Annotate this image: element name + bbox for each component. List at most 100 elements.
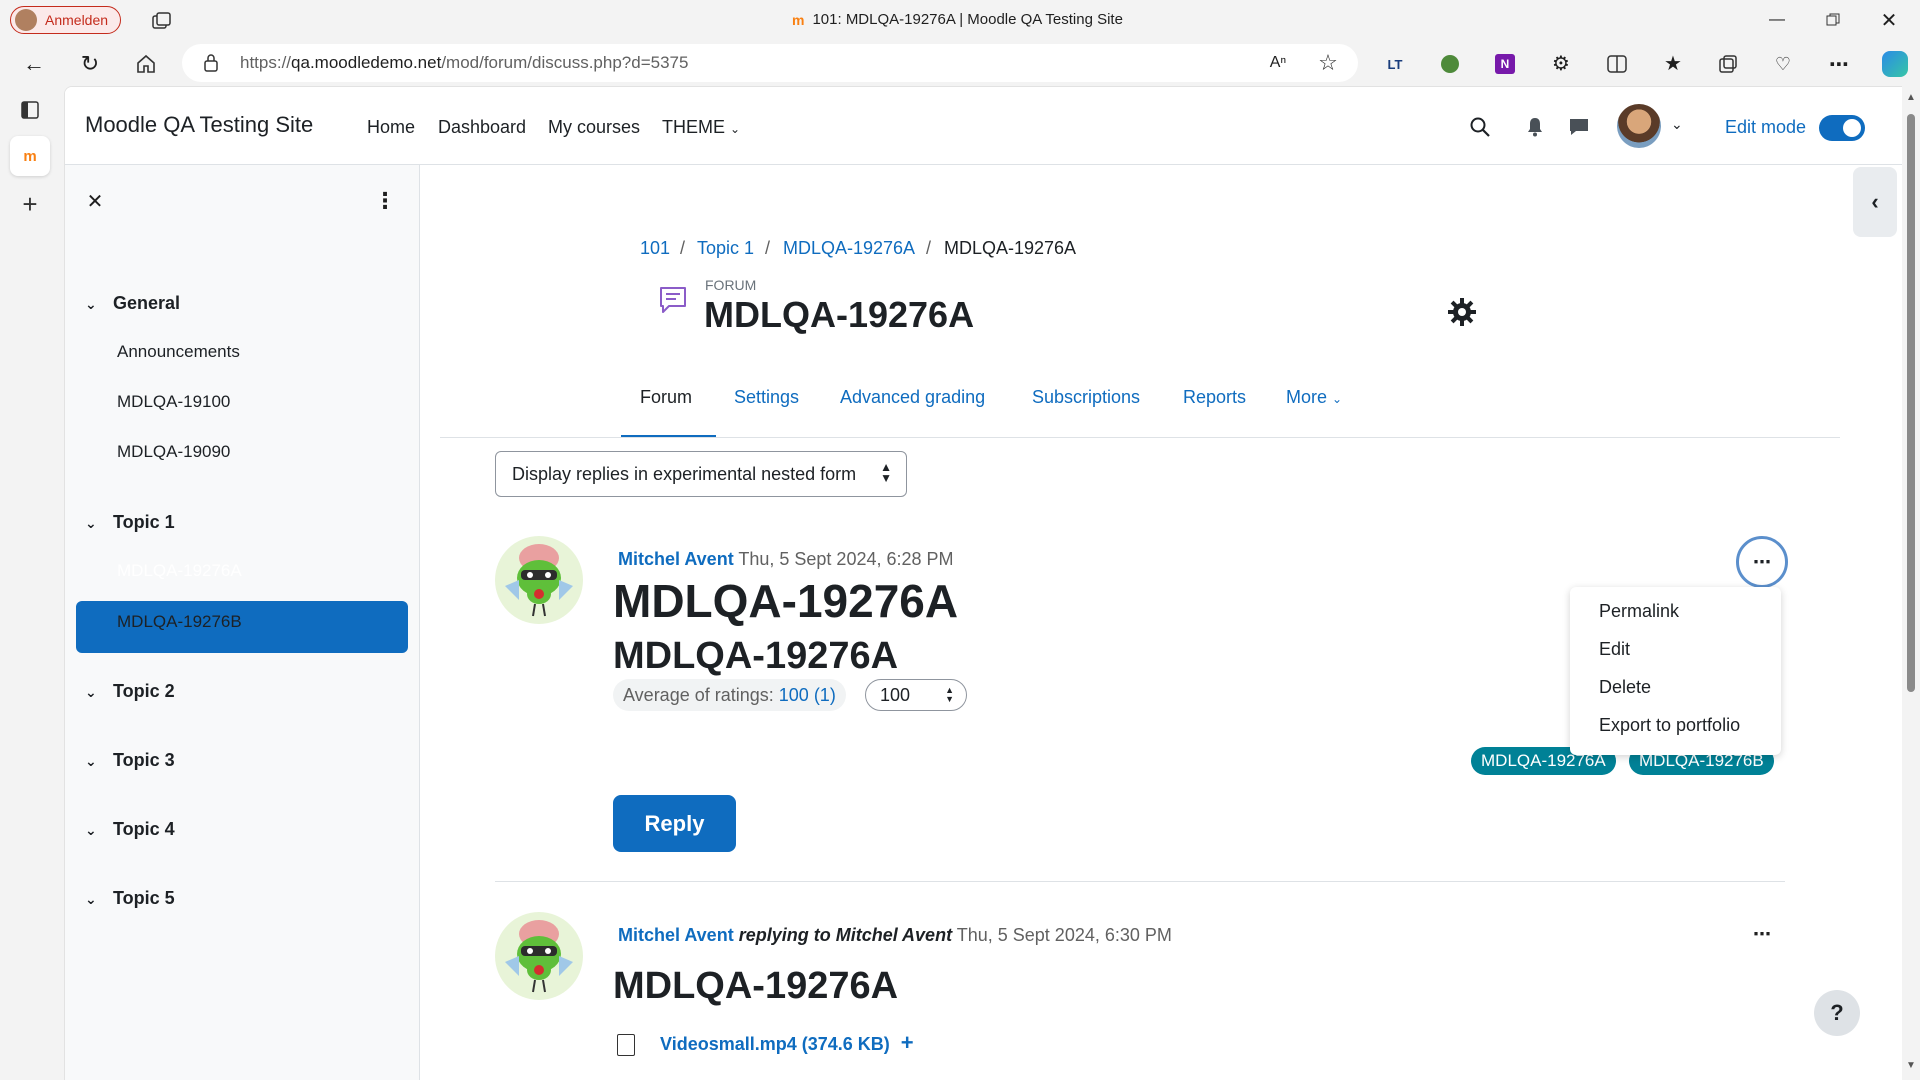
moodle-favicon-icon: m — [792, 11, 805, 28]
chevron-down-icon: ⌄ — [85, 891, 97, 907]
breadcrumb-separator: / — [680, 238, 686, 258]
avatar — [1617, 104, 1661, 148]
close-window-icon[interactable]: ✕ — [1874, 8, 1904, 32]
home-icon[interactable] — [132, 50, 160, 78]
edit-mode-toggle[interactable] — [1819, 115, 1865, 141]
activity-mdlqa-19090[interactable]: MDLQA-19090 — [117, 442, 230, 462]
drawer-options-icon[interactable]: ⋮ — [374, 188, 396, 213]
activity-mdlqa-19100[interactable]: MDLQA-19100 — [117, 392, 230, 412]
split-screen-icon[interactable] — [1605, 52, 1629, 76]
nav-theme[interactable]: THEME ⌄ — [662, 117, 740, 138]
activity-announcements[interactable]: Announcements — [117, 342, 240, 362]
search-icon[interactable] — [1468, 115, 1492, 139]
vertical-tab-moodle[interactable]: m — [10, 136, 50, 176]
display-mode-select[interactable]: Display replies in experimental nested f… — [495, 451, 907, 497]
tab-forum[interactable]: Forum — [640, 387, 692, 408]
breadcrumb-forum[interactable]: MDLQA-19276A — [783, 238, 915, 259]
reply-button[interactable]: Reply — [613, 795, 736, 852]
user-menu[interactable]: ⌄ — [1617, 104, 1689, 150]
copilot-icon[interactable] — [1880, 49, 1910, 79]
menu-edit[interactable]: Edit — [1599, 639, 1630, 660]
collections-icon[interactable] — [1716, 52, 1740, 76]
post-author-link[interactable]: Mitchel Avent — [618, 549, 734, 569]
edit-mode-label: Edit mode — [1725, 117, 1807, 137]
tab-reports[interactable]: Reports — [1183, 387, 1246, 408]
restore-icon[interactable] — [1818, 8, 1848, 32]
extension-shield-icon[interactable] — [1438, 52, 1462, 76]
close-drawer-icon[interactable]: ✕ — [83, 189, 107, 213]
attachment: Videosmall.mp4 (374.6 KB) + — [617, 1030, 914, 1057]
nav-dashboard[interactable]: Dashboard — [438, 117, 526, 138]
new-tab-icon[interactable]: + — [18, 189, 42, 219]
lock-icon — [202, 53, 220, 73]
rating-value-link[interactable]: 100 (1) — [779, 685, 836, 705]
select-arrows-icon: ▲ ▼ — [945, 685, 954, 704]
activity-mdlqa-19276b[interactable]: MDLQA-19276B — [117, 612, 242, 632]
menu-delete[interactable]: Delete — [1599, 677, 1651, 698]
post-date: Thu, 5 Sept 2024, 6:30 PM — [956, 925, 1172, 945]
favorite-star-icon[interactable]: ☆ — [1316, 50, 1340, 75]
tab-settings[interactable]: Settings — [734, 387, 799, 408]
section-general[interactable]: ⌄ General — [85, 293, 180, 314]
activity-mdlqa-19276a[interactable]: MDLQA-19276A — [117, 561, 242, 581]
post-header: Mitchel Avent replying to Mitchel Avent … — [618, 925, 1172, 946]
post-author-avatar[interactable] — [495, 536, 583, 624]
workspaces-icon[interactable] — [150, 10, 174, 32]
menu-export-portfolio[interactable]: Export to portfolio — [1599, 715, 1740, 736]
help-button[interactable]: ? — [1814, 990, 1860, 1036]
browser-tab-title: m 101: MDLQA-19276A | Moodle QA Testing … — [792, 11, 1123, 28]
section-topic-5[interactable]: ⌄ Topic 5 — [85, 888, 175, 909]
nav-theme-label: THEME — [662, 117, 725, 137]
tab-more[interactable]: More ⌄ — [1286, 387, 1342, 408]
extensions-puzzle-icon[interactable]: ⚙ — [1548, 50, 1574, 76]
attachment-link[interactable]: Videosmall.mp4 (374.6 KB) — [660, 1034, 890, 1054]
page-scrollbar[interactable]: ▲ ▼ — [1902, 86, 1920, 1080]
breadcrumb-section[interactable]: Topic 1 — [697, 238, 754, 259]
browser-essentials-icon[interactable]: ♡ — [1771, 52, 1795, 76]
section-topic-3[interactable]: ⌄ Topic 3 — [85, 750, 175, 771]
menu-permalink[interactable]: Permalink — [1599, 601, 1679, 622]
plus-icon[interactable]: + — [901, 1030, 914, 1055]
read-aloud-icon[interactable]: Aⁿ — [1266, 52, 1290, 74]
rating-select-value: 100 — [880, 685, 911, 705]
tab-advanced-grading[interactable]: Advanced grading — [840, 387, 985, 408]
minimize-icon[interactable]: — — [1762, 8, 1792, 32]
post-subject: MDLQA-19276A — [613, 575, 959, 627]
post-author-avatar[interactable] — [495, 912, 583, 1000]
back-icon[interactable]: ← — [20, 50, 48, 78]
extension-lt-icon[interactable]: LT — [1382, 52, 1408, 76]
section-topic-2[interactable]: ⌄ Topic 2 — [85, 681, 175, 702]
profile-avatar — [15, 9, 37, 31]
tab-actions-icon[interactable] — [18, 98, 42, 122]
section-topic-4[interactable]: ⌄ Topic 4 — [85, 819, 175, 840]
favorites-icon[interactable]: ★ — [1660, 50, 1686, 76]
replying-to-text: replying to Mitchel Avent — [738, 925, 953, 945]
onenote-icon[interactable]: N — [1493, 52, 1517, 76]
post-actions-button[interactable]: ⋯ — [1736, 536, 1788, 588]
more-menu-icon[interactable]: ⋯ — [1826, 52, 1852, 76]
messages-icon[interactable] — [1567, 115, 1591, 139]
scrollbar-thumb[interactable] — [1907, 114, 1915, 692]
breadcrumb-course[interactable]: 101 — [640, 238, 670, 259]
scroll-down-arrow[interactable]: ▼ — [1906, 1060, 1916, 1071]
site-name[interactable]: Moodle QA Testing Site — [85, 112, 313, 138]
scroll-up-arrow[interactable]: ▲ — [1906, 92, 1916, 103]
chevron-down-icon: ⌄ — [85, 822, 97, 838]
post-author-link[interactable]: Mitchel Avent — [618, 925, 734, 945]
block-drawer-toggle[interactable]: ‹ — [1853, 167, 1897, 237]
rating-select[interactable]: 100 ▲ ▼ — [865, 679, 967, 711]
profile-button[interactable]: Anmelden — [10, 6, 122, 34]
notifications-bell-icon[interactable] — [1523, 115, 1547, 139]
chevron-down-icon: ⌄ — [85, 684, 97, 700]
post-header: Mitchel Avent Thu, 5 Sept 2024, 6:28 PM — [618, 549, 954, 570]
nav-my-courses[interactable]: My courses — [548, 117, 640, 138]
gear-icon[interactable] — [1445, 295, 1479, 329]
chevron-down-icon: ⌄ — [85, 753, 97, 769]
section-topic-1[interactable]: ⌄ Topic 1 — [85, 512, 175, 533]
address-bar[interactable]: https://qa.moodledemo.net/mod/forum/disc… — [182, 44, 1358, 82]
tab-subscriptions[interactable]: Subscriptions — [1032, 387, 1140, 408]
page-title: MDLQA-19276A — [704, 294, 975, 335]
refresh-icon[interactable]: ↻ — [76, 50, 104, 78]
more-horizontal-icon[interactable]: ⋯ — [1748, 922, 1776, 946]
nav-home[interactable]: Home — [367, 117, 415, 138]
